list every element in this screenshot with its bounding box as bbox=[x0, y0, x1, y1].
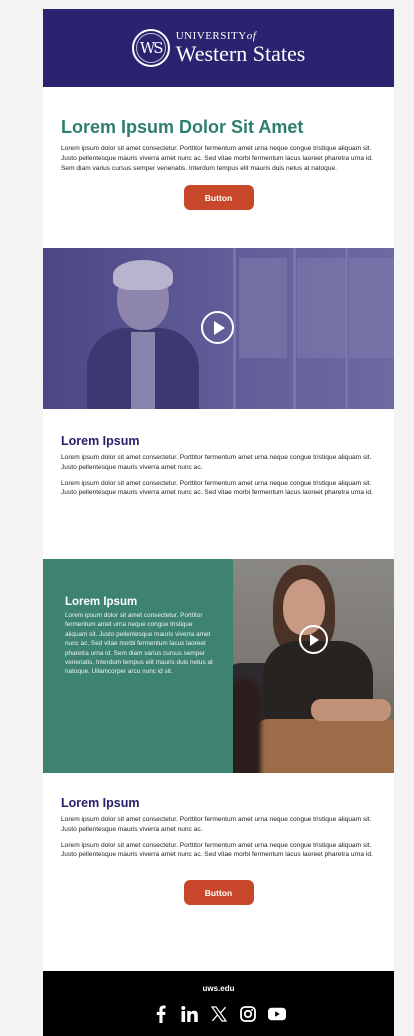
section1-title: Lorem Ipsum bbox=[61, 434, 140, 448]
window-frame bbox=[293, 248, 296, 409]
video-thumbnail[interactable] bbox=[43, 248, 394, 409]
logo-seal-icon: WS bbox=[131, 29, 170, 67]
section1-paragraph-2: Lorem ipsum dolor sit amet consectetur. … bbox=[61, 479, 373, 497]
section1-paragraph-1: Lorem ipsum dolor sit amet consectetur. … bbox=[61, 454, 372, 471]
social-links bbox=[152, 1005, 286, 1023]
window-pane bbox=[239, 258, 287, 358]
feature-title: Lorem Ipsum bbox=[65, 596, 138, 608]
content-section-1: Lorem Ipsum Lorem ipsum dolor sit amet c… bbox=[61, 433, 376, 498]
content-section-2: Lorem Ipsum Lorem ipsum dolor sit amet c… bbox=[61, 795, 376, 906]
section2-paragraph-2: Lorem ipsum dolor sit amet consectetur. … bbox=[61, 841, 373, 859]
window-pane bbox=[349, 258, 394, 358]
email-container: WS UNIVERSITYof Western States Lorem Ips… bbox=[43, 9, 394, 1036]
feature-split: Lorem Ipsum Lorem ipsum dolor sit amet c… bbox=[43, 559, 394, 773]
x-icon[interactable] bbox=[210, 1005, 228, 1023]
instagram-icon[interactable] bbox=[239, 1005, 257, 1023]
logo-wordmark: UNIVERSITYof Western States bbox=[176, 31, 306, 65]
feature-video-thumbnail[interactable] bbox=[233, 559, 394, 773]
intro-section: Lorem Ipsum Dolor Sit Amet Lorem ipsum d… bbox=[43, 87, 394, 211]
section2-title: Lorem Ipsum bbox=[61, 796, 140, 810]
intro-body: Lorem ipsum dolor sit amet consectetur. … bbox=[61, 145, 373, 172]
youtube-icon[interactable] bbox=[267, 1005, 286, 1023]
feature-body: Lorem ipsum dolor sit amet consectetur. … bbox=[65, 612, 213, 676]
section2-button-wrap: Button bbox=[61, 880, 376, 906]
intro-cta-button[interactable]: Button bbox=[183, 185, 254, 211]
footer-url-link[interactable]: uws.edu bbox=[202, 984, 234, 993]
logo-monogram: WS bbox=[139, 39, 164, 57]
play-icon[interactable] bbox=[201, 311, 234, 344]
logo-line2: Western States bbox=[175, 41, 306, 66]
feature-text-panel: Lorem Ipsum Lorem ipsum dolor sit amet c… bbox=[43, 559, 233, 773]
footer: uws.edu bbox=[43, 971, 394, 1036]
facebook-icon[interactable] bbox=[152, 1005, 170, 1023]
linkedin-icon[interactable] bbox=[181, 1005, 199, 1023]
section2-cta-button[interactable]: Button bbox=[183, 880, 254, 906]
intro-title: Lorem Ipsum Dolor Sit Amet bbox=[61, 117, 304, 137]
section2-paragraph-1: Lorem ipsum dolor sit amet consectetur. … bbox=[61, 816, 372, 833]
window-pane bbox=[297, 258, 345, 358]
speaker-figure bbox=[87, 260, 199, 409]
intro-button-wrap: Button bbox=[61, 185, 376, 211]
window-frame bbox=[345, 248, 348, 409]
header-banner: WS UNIVERSITYof Western States bbox=[43, 9, 394, 87]
university-logo[interactable]: WS UNIVERSITYof Western States bbox=[131, 29, 306, 67]
play-icon[interactable] bbox=[299, 625, 328, 654]
